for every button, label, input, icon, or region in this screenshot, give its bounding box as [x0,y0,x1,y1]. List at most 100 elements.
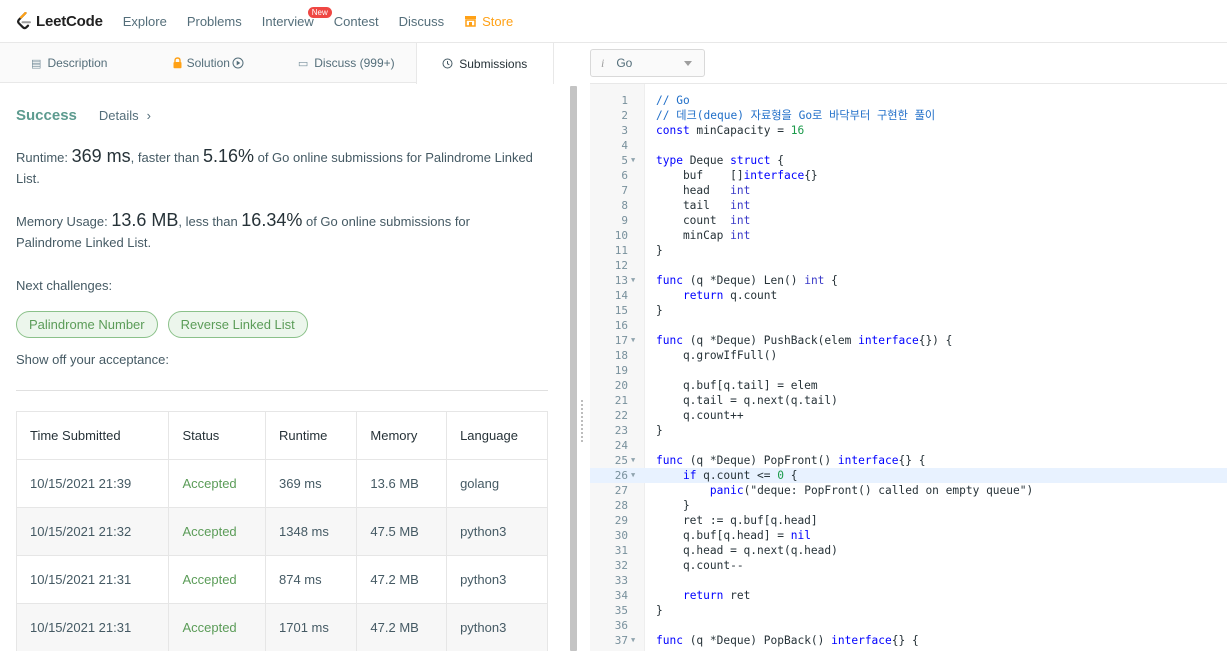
status-cell[interactable]: Accepted [168,459,266,508]
code-line[interactable]: 23} [590,423,1227,438]
memory-value: 13.6 MB [111,210,179,230]
tab-submissions[interactable]: Submissions [415,43,554,84]
status-cell[interactable]: Accepted [168,603,266,651]
code-line[interactable]: 3 const minCapacity = 16 [590,123,1227,138]
code-line[interactable]: 33 [590,573,1227,588]
code-line[interactable]: 10 minCap int [590,228,1227,243]
code-line[interactable]: 31 q.head = q.next(q.head) [590,543,1227,558]
code-text: return ret [682,589,751,602]
line-number: 35 [614,604,628,617]
code-line[interactable]: 25 ▼ func (q *Deque) PopFront() interface{… [590,453,1227,468]
code-line[interactable]: 15} [590,303,1227,318]
code-line[interactable]: 37 ▼ func (q *Deque) PopBack() interface{}… [590,633,1227,648]
code-line[interactable]: 30 q.buf[q.head] = nil [590,528,1227,543]
line-number: 2 [621,109,628,122]
code-line[interactable]: 28 } [590,498,1227,513]
leetcode-logo-icon [17,11,31,29]
code-text: minCap int [656,229,751,242]
code-line[interactable]: 14 return q.count [590,288,1227,303]
line-number: 17 [614,334,628,347]
fold-arrow-icon[interactable]: ▼ [631,273,635,288]
leetcode-logo[interactable]: LeetCode [16,0,103,43]
code-text: buf []interface{} [656,169,818,182]
tab-discuss[interactable]: ▭ Discuss (999+) [277,43,416,83]
code-line[interactable]: 35} [590,603,1227,618]
code-line[interactable]: 19 [590,363,1227,378]
code-text: func (q *Deque) PopFront() interface{} { [656,454,926,467]
runtime-cell: 874 ms [264,555,358,604]
code-text: tail int [656,199,751,212]
code-line[interactable]: 24 [590,438,1227,453]
challenge-chip[interactable]: Palindrome Number [16,311,158,338]
code-line[interactable]: 16 [590,318,1227,333]
column-header: Status [168,411,266,460]
code-line[interactable]: 2 // 데크(deque) 자료형을 Go로 바닥부터 구현한 풀이 [590,108,1227,123]
tab-discuss-label: Discuss (999+) [314,56,395,70]
table-row[interactable]: 10/15/2021 21:31 Accepted 874 ms 47.2 MB… [15,555,548,604]
line-number: 32 [614,559,628,572]
line-number: 37 [614,634,628,647]
submission-panel: Success Details › Runtime: 369 ms, faster… [0,84,564,651]
fold-arrow-icon[interactable]: ▼ [631,633,635,648]
code-line[interactable]: 32 q.count-- [590,558,1227,573]
code-text: ret := q.buf[q.head] [656,514,818,527]
language-select[interactable]: i Go [590,49,705,77]
code-editor[interactable]: 1 // Go 2 // 데크(deque) 자료형을 Go로 바닥부터 구현한 풀이… [590,84,1227,651]
memory-summary: Memory Usage: 13.6 MB, less than 16.34% … [16,210,536,253]
code-line[interactable]: 8 tail int [590,198,1227,213]
table-row[interactable]: 10/15/2021 21:32 Accepted 1348 ms 47.5 M… [15,507,548,556]
tab-description[interactable]: ▤ Description [0,43,139,83]
code-line[interactable]: 12 [590,258,1227,273]
tab-solution[interactable]: Solution [139,43,278,83]
code-text: type Deque struct { [656,154,785,167]
fold-arrow-icon[interactable]: ▼ [631,453,635,468]
code-line[interactable]: 9 count int [590,213,1227,228]
code-line[interactable]: 1 // Go [590,93,1227,108]
code-text: q.buf[q.tail] = elem [656,379,818,392]
code-line[interactable]: 34 return ret [590,588,1227,603]
line-number: 28 [614,499,628,512]
code-line[interactable]: 13 ▼ func (q *Deque) Len() int { [590,273,1227,288]
table-row[interactable]: 10/15/2021 21:31 Accepted 1701 ms 47.2 M… [15,603,548,651]
fold-arrow-icon[interactable]: ▼ [631,468,635,483]
lock-icon [173,57,182,69]
code-line[interactable]: 7 head int [590,183,1227,198]
details-link[interactable]: Details › [99,108,151,123]
chevron-right-icon: › [146,108,151,123]
nav-discuss[interactable]: Discuss [399,0,445,43]
nav-menu: Explore Problems Interview New Contest D… [113,0,523,43]
code-line[interactable]: 26 ▼ if q.count <= 0 { [590,468,1227,483]
code-line[interactable]: 27 panic("deque: PopFront() called on em… [590,483,1227,498]
status-cell[interactable]: Accepted [168,507,266,556]
nav-problems[interactable]: Problems [187,0,242,43]
code-text: } [656,604,663,617]
code-line[interactable]: 4 [590,138,1227,153]
panel-splitter[interactable] [564,83,590,651]
code-line[interactable]: 5 ▼ type Deque struct { [590,153,1227,168]
nav-store[interactable]: Store [464,0,513,43]
code-line[interactable]: 22 q.count++ [590,408,1227,423]
code-line[interactable]: 11} [590,243,1227,258]
runtime-percent: 5.16% [202,146,254,166]
drag-handle-icon[interactable] [581,400,584,442]
line-number: 6 [621,169,628,182]
code-line[interactable]: 29 ret := q.buf[q.head] [590,513,1227,528]
line-number: 33 [614,574,628,587]
code-line[interactable]: 17 ▼ func (q *Deque) PushBack(elem interfa… [590,333,1227,348]
left-panel-scrollbar[interactable] [570,86,577,651]
status-cell[interactable]: Accepted [168,555,266,604]
code-line[interactable]: 21 q.tail = q.next(q.tail) [590,393,1227,408]
fold-arrow-icon[interactable]: ▼ [631,153,635,168]
challenge-chip[interactable]: Reverse Linked List [167,311,308,338]
code-line[interactable]: 20 q.buf[q.tail] = elem [590,378,1227,393]
code-line[interactable]: 6 buf []interface{} [590,168,1227,183]
table-row[interactable]: 10/15/2021 21:39 Accepted 369 ms 13.6 MB… [15,459,548,508]
nav-interview[interactable]: Interview New [262,0,332,43]
code-line[interactable]: 36 [590,618,1227,633]
code-content[interactable]: 1 // Go 2 // 데크(deque) 자료형을 Go로 바닥부터 구현한 풀이… [590,93,1227,648]
nav-contest[interactable]: Contest [334,0,379,43]
nav-explore[interactable]: Explore [123,0,167,43]
code-text: } [656,304,663,317]
fold-arrow-icon[interactable]: ▼ [631,333,635,348]
code-line[interactable]: 18 q.growIfFull() [590,348,1227,363]
